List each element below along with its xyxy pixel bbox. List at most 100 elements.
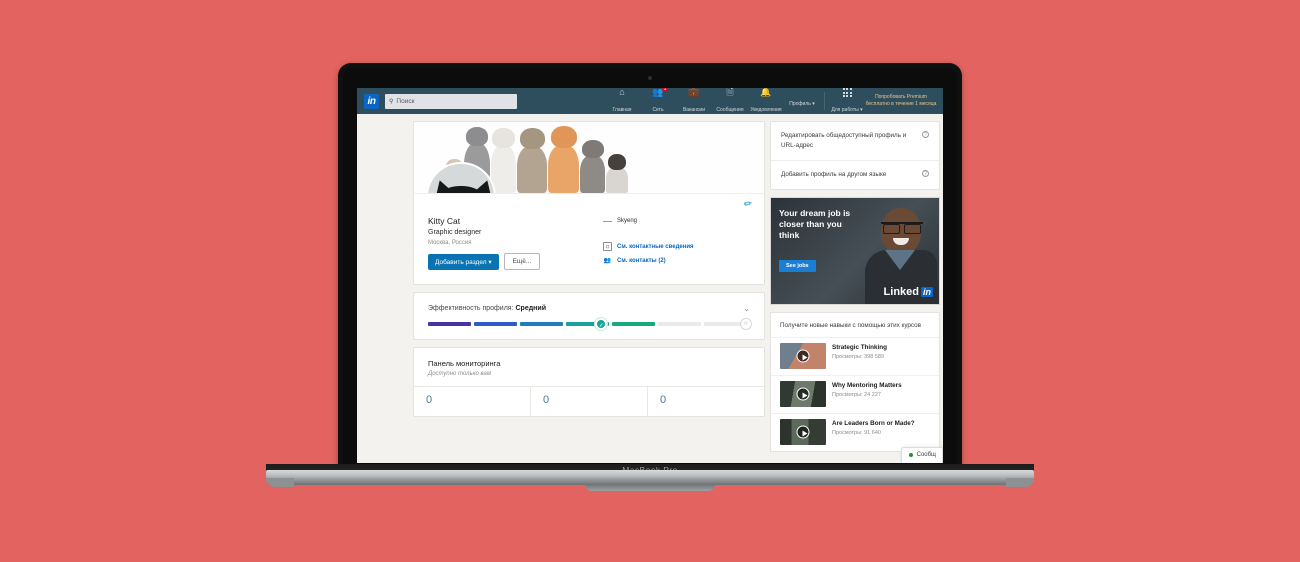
progress-segment	[520, 322, 563, 326]
nav-item-messages[interactable]: 🗎 Сообщения	[712, 88, 748, 116]
notification-badge: 1	[662, 88, 668, 92]
search-icon: ⚲	[389, 98, 394, 105]
main-column: ✏ Kitty Cat Graphic designer Москва, Рос…	[413, 121, 765, 463]
nav-item-home[interactable]: ⌂ Главная	[604, 88, 640, 116]
advertisement-banner[interactable]: Your dream job is closer than you think …	[770, 197, 940, 305]
nav-label: Сеть	[652, 106, 664, 113]
list-item[interactable]: Are Leaders Born or Made? Просмотры: 91 …	[771, 413, 939, 451]
see-jobs-button[interactable]: See jobs	[779, 260, 816, 272]
nav-label: Профиль ▾	[789, 101, 815, 107]
chevron-down-icon[interactable]: ⌄	[743, 304, 750, 313]
cat	[606, 154, 628, 193]
dashboard-header: Панель мониторинга Доступно только вам	[414, 348, 764, 386]
help-icon[interactable]: ?	[922, 131, 929, 138]
nav-label: Сообщения	[716, 106, 744, 113]
course-views: Просмотры: 24 227	[832, 392, 881, 398]
home-icon: ⌂	[619, 88, 625, 97]
search-placeholder: Поиск	[396, 97, 415, 105]
dashboard-stats: 0 0 0	[414, 386, 764, 416]
cat	[491, 128, 516, 193]
star-icon[interactable]: ☆	[740, 318, 752, 330]
ad-logo-box: in	[921, 287, 933, 297]
cat	[517, 128, 547, 193]
laptop-notch	[585, 484, 715, 491]
stat-value: 0	[426, 394, 433, 406]
search-input[interactable]: ⚲ Поиск	[385, 93, 517, 109]
linkedin-logo[interactable]: in	[364, 93, 379, 109]
linkedin-navbar: in ⚲ Поиск ⌂ Главная 👥 1 Сеть 💼 Вакансии	[357, 88, 943, 114]
course-thumbnail	[780, 419, 826, 445]
help-icon[interactable]: ?	[922, 170, 929, 177]
online-dot-icon	[908, 453, 913, 457]
pencil-icon[interactable]: ✏	[743, 198, 753, 210]
progress-segment	[474, 322, 517, 326]
list-item[interactable]: Strategic Thinking Просмотры: 398 589	[771, 337, 939, 375]
screen-content: in ⚲ Поиск ⌂ Главная 👥 1 Сеть 💼 Вакансии	[357, 88, 943, 463]
sidebar-item-edit-public-profile[interactable]: Редактировать общедоступный профиль и UR…	[771, 122, 939, 160]
course-meta: Why Mentoring Matters Просмотры: 24 227	[832, 381, 902, 407]
course-title: Why Mentoring Matters	[832, 382, 902, 389]
more-button[interactable]: Ещё...	[503, 253, 541, 270]
course-meta: Are Leaders Born or Made? Просмотры: 91 …	[832, 419, 915, 445]
page-title: Kitty Cat	[428, 216, 461, 226]
nav-item-notifications[interactable]: 🔔 Уведомления	[748, 88, 784, 116]
nav-label: Уведомления	[750, 106, 782, 113]
profile-headline: Graphic designer	[428, 229, 482, 236]
sidebar-item-label: Редактировать общедоступный профиль и UR…	[781, 132, 907, 149]
current-company[interactable]: Skyeng	[603, 218, 750, 224]
profile-strength-card: Эффективность профиля: Средний ⌄ ✓ ☆	[413, 292, 765, 340]
sidebar: Редактировать общедоступный профиль и UR…	[770, 121, 940, 463]
sidebar-item-label: Добавить профиль на другом языке	[781, 171, 887, 178]
company-logo-icon	[603, 220, 612, 222]
glasses-icon	[881, 222, 923, 234]
briefcase-icon: 💼	[688, 88, 700, 97]
laptop-foot-left	[266, 478, 294, 487]
navbar-items: ⌂ Главная 👥 1 Сеть 💼 Вакансии 🗎 Сообщени…	[604, 88, 939, 116]
course-title: Strategic Thinking	[832, 344, 887, 351]
strength-label: Эффективность профиля:	[428, 305, 514, 312]
laptop-base	[266, 470, 1034, 485]
cat	[580, 140, 605, 193]
profile-banner-image[interactable]	[414, 122, 764, 194]
nav-item-network[interactable]: 👥 1 Сеть	[640, 88, 676, 116]
courses-card: Получите новые навыки с помощью этих кур…	[770, 312, 940, 452]
nav-item-profile[interactable]: Профиль ▾	[784, 92, 820, 110]
check-icon: ✓	[595, 318, 608, 330]
messaging-chip[interactable]: Сообщ	[900, 447, 943, 463]
play-icon[interactable]	[796, 425, 810, 439]
course-title: Are Leaders Born or Made?	[832, 420, 915, 427]
sidebar-item-add-language-profile[interactable]: Добавить профиль на другом языке ?	[771, 160, 939, 189]
connections-link[interactable]: 👥 См. контакты (2)	[603, 256, 750, 265]
play-icon[interactable]	[796, 349, 810, 363]
strength-label-group: Эффективность профиля: Средний	[428, 305, 546, 312]
grid-icon	[829, 88, 865, 97]
strength-header: Эффективность профиля: Средний ⌄	[428, 304, 750, 313]
nav-item-jobs[interactable]: 💼 Вакансии	[676, 88, 712, 116]
profile-identity: Kitty Cat Graphic designer Москва, Росси…	[428, 216, 603, 270]
courses-header: Получите новые навыки с помощью этих кур…	[780, 322, 921, 329]
stat-cell[interactable]: 0	[414, 387, 531, 416]
stat-cell[interactable]: 0	[531, 387, 648, 416]
course-thumbnail	[780, 343, 826, 369]
list-item[interactable]: Why Mentoring Matters Просмотры: 24 227	[771, 375, 939, 413]
network-icon: 👥	[652, 88, 664, 97]
add-section-button[interactable]: Добавить раздел ▾	[428, 253, 499, 270]
nav-item-work[interactable]: Для работы ▾	[829, 88, 865, 116]
course-meta: Strategic Thinking Просмотры: 398 589	[832, 343, 887, 369]
contact-info-link[interactable]: ☐ См. контактные сведения	[603, 242, 750, 251]
contact-info-label: См. контактные сведения	[617, 243, 694, 250]
profile-strength-body: Эффективность профиля: Средний ⌄ ✓ ☆	[414, 293, 764, 339]
ad-logo-text: Linked	[883, 286, 919, 298]
nav-label: Главная	[612, 106, 632, 113]
macbook-pro-mockup: in ⚲ Поиск ⌂ Главная 👥 1 Сеть 💼 Вакансии	[0, 0, 1300, 562]
progress-segment	[658, 322, 701, 326]
bell-icon: 🔔	[760, 88, 772, 97]
premium-upsell-link[interactable]: Попробовать Premium бесплатно в течение …	[865, 94, 939, 108]
dashboard-title: Панель мониторинга	[428, 359, 501, 368]
stat-cell[interactable]: 0	[648, 387, 764, 416]
profile-details: ✏ Kitty Cat Graphic designer Москва, Рос…	[414, 194, 764, 284]
people-icon: 👥	[603, 258, 612, 264]
stat-value: 0	[660, 394, 667, 406]
play-icon[interactable]	[796, 387, 810, 401]
strength-progress-bar[interactable]: ✓ ☆	[428, 318, 752, 330]
